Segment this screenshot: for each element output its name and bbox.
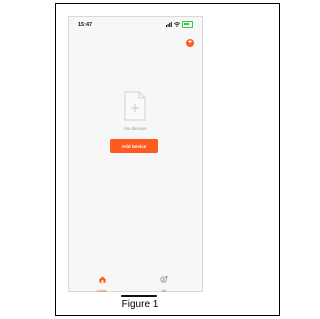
home-icon bbox=[98, 276, 106, 283]
tab-bar: Home Me bbox=[69, 267, 202, 293]
battery-icon bbox=[182, 21, 193, 28]
profile-icon bbox=[160, 276, 168, 283]
tab-home[interactable]: Home bbox=[87, 270, 117, 293]
wifi-icon bbox=[174, 21, 180, 27]
empty-document-icon bbox=[124, 91, 146, 121]
add-device-button[interactable]: Add Device bbox=[110, 139, 158, 153]
tab-home-label: Home bbox=[97, 289, 107, 293]
figure-caption: Figure 1 bbox=[121, 299, 159, 310]
status-icons bbox=[166, 21, 193, 28]
tab-me[interactable]: Me bbox=[149, 270, 179, 293]
phone-screen: 15:47 + No devices Add Device Home Me bbox=[68, 16, 203, 293]
add-device-icon-button[interactable]: + bbox=[186, 39, 194, 47]
signal-icon bbox=[166, 21, 172, 27]
home-indicator bbox=[121, 295, 157, 297]
tab-me-label: Me bbox=[161, 289, 167, 293]
status-bar: 15:47 bbox=[69, 17, 202, 31]
empty-state-label: No devices bbox=[124, 126, 147, 131]
status-time: 15:47 bbox=[78, 22, 93, 28]
